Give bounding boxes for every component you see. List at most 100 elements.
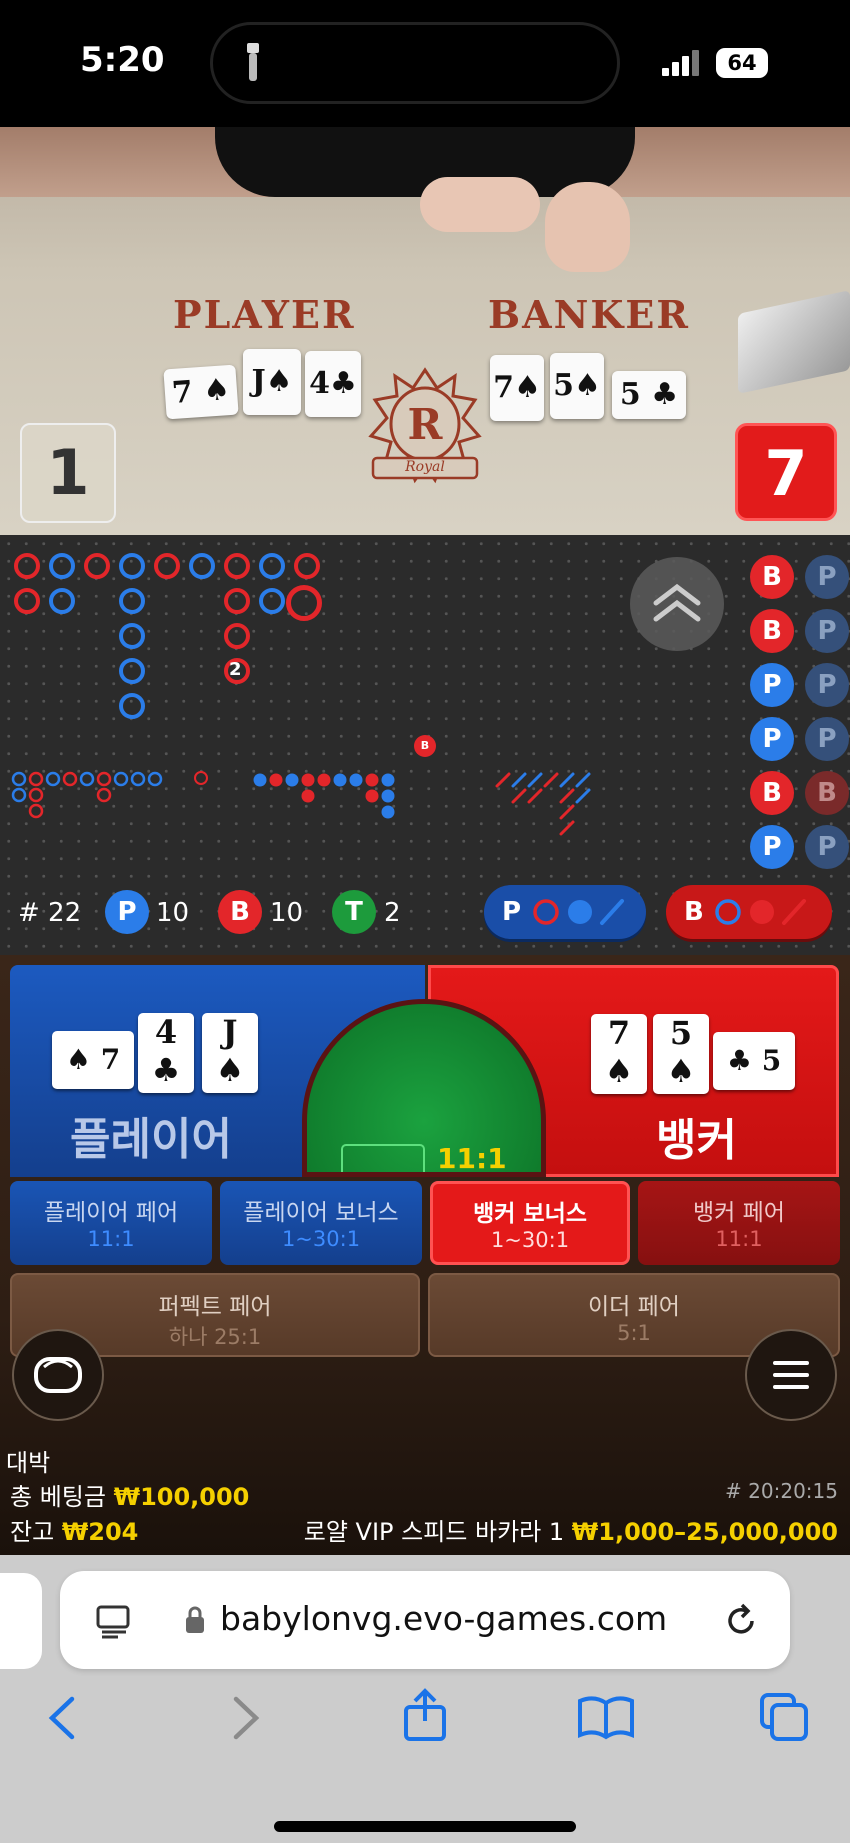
- tie-cards-icon: [341, 1144, 425, 1172]
- bead-road-item: P: [750, 825, 794, 869]
- share-icon[interactable]: [400, 1687, 450, 1743]
- game-id: # 20:20:15: [725, 1479, 838, 1503]
- banker-score: 7: [735, 423, 837, 521]
- player-count-badge: P: [105, 890, 149, 934]
- hamburger-icon: [773, 1361, 809, 1389]
- small-road: [250, 770, 410, 830]
- reader-icon[interactable]: [96, 1603, 132, 1639]
- big-road-banker: [294, 553, 320, 579]
- player-ask-icons: [533, 899, 624, 925]
- balance: 잔고 ₩204: [10, 1512, 138, 1547]
- big-road-banker: [224, 588, 250, 614]
- signal-icon: [662, 50, 702, 80]
- total-bet-label: 총 베팅금: [10, 1483, 106, 1511]
- collapse-roads-button[interactable]: [630, 557, 724, 651]
- player-bonus-bet[interactable]: 플레이어 보너스 1~30:1: [220, 1181, 422, 1265]
- player-bet-label: 플레이어: [70, 1114, 232, 1165]
- total-bet-value: ₩100,000: [113, 1483, 250, 1511]
- forward-icon[interactable]: [228, 1695, 264, 1741]
- balance-label: 잔고: [10, 1518, 55, 1546]
- balance-value: ₩204: [61, 1518, 139, 1546]
- dealer-hand-right: [545, 182, 630, 272]
- reload-icon[interactable]: [724, 1603, 760, 1639]
- big-road-banker: [84, 553, 110, 579]
- banker-bet-card: ♣ 5: [713, 1032, 795, 1090]
- table-card: 5♠: [550, 353, 604, 419]
- status-message: 대박: [6, 1449, 51, 1477]
- player-pair-bet[interactable]: 플레이어 페어 11:1: [10, 1181, 212, 1265]
- derived-ring: [194, 771, 208, 785]
- player-felt-label: PLAYER: [173, 292, 356, 337]
- tie-count-badge: T: [332, 890, 376, 934]
- big-road-player: [49, 588, 75, 614]
- latest-result-marker: B: [414, 735, 436, 757]
- bead-road-item: P: [805, 663, 849, 707]
- logo-text: Royal: [405, 459, 445, 475]
- table-card: J♠: [243, 349, 301, 415]
- banker-bonus-odds: 1~30:1: [490, 1228, 570, 1252]
- banker-bonus-label: 뱅커 보너스: [473, 1201, 587, 1227]
- perfect-pair-label: 퍼펙트 페어: [158, 1294, 272, 1320]
- tabs-icon[interactable]: [758, 1691, 810, 1743]
- chevron-up-icon: [653, 583, 701, 622]
- big-road-banker: [14, 588, 40, 614]
- table-card: 7 ♠: [163, 364, 239, 420]
- big-road-player: [259, 553, 285, 579]
- big-road-banker: [224, 553, 250, 579]
- flashlight-icon: [243, 41, 263, 85]
- home-indicator: [274, 1821, 576, 1832]
- big-road-banker-latest: [286, 585, 322, 621]
- banker-ask-label: B: [684, 897, 704, 927]
- big-road-player: [119, 623, 145, 649]
- player-bonus-label: 플레이어 보너스: [243, 1200, 399, 1226]
- player-pair-label: 플레이어 페어: [43, 1200, 179, 1226]
- tie-odds: 11:1: [437, 1142, 507, 1175]
- either-pair-label: 이더 페어: [588, 1294, 680, 1320]
- round-counter: # 22: [18, 898, 82, 928]
- player-ask-label: P: [502, 897, 522, 927]
- bead-road-item: P: [750, 717, 794, 761]
- dealer-hand-left: [420, 177, 540, 232]
- bead-road-item: P: [805, 609, 849, 653]
- bookmarks-icon[interactable]: [576, 1695, 636, 1741]
- player-bet-card: 4 ♣: [138, 1013, 194, 1093]
- menu-button[interactable]: [745, 1329, 837, 1421]
- player-ask-button[interactable]: P: [484, 885, 646, 939]
- table-card: 7♠: [490, 355, 544, 421]
- bead-road-item: B: [805, 771, 849, 815]
- banker-count-badge: B: [218, 890, 262, 934]
- banker-count: 10: [270, 898, 304, 928]
- banker-pair-bet[interactable]: 뱅커 페어 11:1: [638, 1181, 840, 1265]
- battery-icon: 64: [716, 48, 768, 78]
- player-pair-odds: 11:1: [87, 1227, 135, 1251]
- status-bar: 5:20 64: [0, 0, 850, 127]
- player-score: 1: [20, 423, 116, 523]
- dynamic-island: [210, 22, 620, 104]
- banker-bonus-bet[interactable]: 뱅커 보너스 1~30:1: [430, 1181, 630, 1265]
- bead-road-item: B: [750, 771, 794, 815]
- banker-felt-label: BANKER: [488, 292, 690, 337]
- banker-ask-button[interactable]: B: [666, 885, 832, 939]
- card-shoe: [738, 290, 850, 394]
- chat-button[interactable]: [12, 1329, 104, 1421]
- table-info: 로얄 VIP 스피드 바카라 1 ₩1,000–25,000,000: [304, 1512, 838, 1547]
- big-road-player: [119, 588, 145, 614]
- big-road-banker: [14, 553, 40, 579]
- bead-road-item: B: [750, 555, 794, 599]
- back-icon[interactable]: [44, 1695, 80, 1741]
- big-eye-road: [10, 770, 200, 820]
- url-text: babylonvg.evo-games.com: [220, 1599, 668, 1638]
- big-road-player: [119, 553, 145, 579]
- royal-logo: R Royal: [355, 362, 495, 492]
- big-road-player: [119, 658, 145, 684]
- cockroach-road: [495, 770, 605, 840]
- previous-tab-peek[interactable]: [0, 1573, 42, 1669]
- live-video: PLAYER BANKER 7 ♠ J♠ 4♣ 7♠ 5♠ 5 ♣ R Roya…: [0, 127, 850, 535]
- chat-icon: [34, 1357, 82, 1393]
- big-road-player: [259, 588, 285, 614]
- banker-bet-card: 5 ♠: [653, 1014, 709, 1094]
- logo-letter: R: [407, 400, 443, 449]
- address-bar[interactable]: babylonvg.evo-games.com: [60, 1571, 790, 1669]
- table-card: 5 ♣: [612, 371, 686, 419]
- lock-icon: [186, 1606, 204, 1633]
